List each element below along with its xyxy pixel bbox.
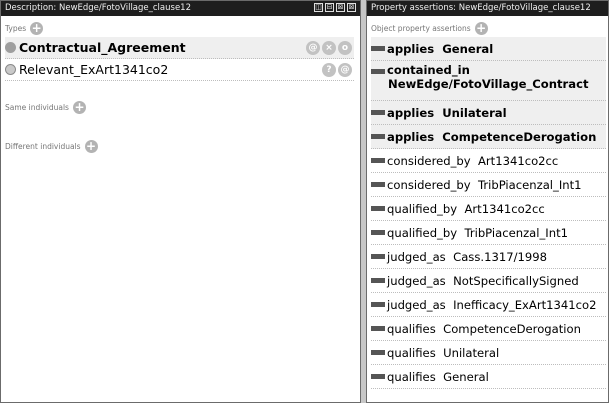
close-icon[interactable]: ⊠	[347, 3, 356, 12]
property-assertions-title: Property assertions: NewEdge/FotoVillage…	[371, 3, 591, 13]
object-property-icon	[371, 230, 385, 235]
property-assertion-row[interactable]: qualifies Unilateral	[371, 341, 606, 365]
property-value: Unilateral	[443, 345, 500, 360]
property-name: qualified_by	[387, 225, 458, 240]
add-different-individual-button[interactable]: +	[84, 140, 98, 153]
property-assertion-row[interactable]: judged_as Inefficacy_ExArt1341co2	[371, 293, 606, 317]
property-assertions-pane: Property assertions: NewEdge/FotoVillage…	[366, 0, 609, 403]
description-pane: Description: NewEdge/FotoVillage_clause1…	[0, 0, 361, 403]
object-property-icon	[371, 110, 385, 115]
property-value: Cass.1317/1998	[453, 249, 547, 264]
property-name: considered_by	[387, 153, 471, 168]
property-name: judged_as	[387, 297, 446, 312]
description-title: Description: NewEdge/FotoVillage_clause1…	[5, 3, 191, 13]
view-options-icon[interactable]: ◫	[314, 3, 323, 12]
property-assertion-row[interactable]: qualified_by TribPiacenzal_Int1	[371, 221, 606, 245]
type-label: Relevant_ExArt1341co2	[19, 62, 169, 77]
object-property-assertions-header: Object property assertions +	[371, 20, 606, 37]
type-row-actions: ? @	[322, 63, 352, 77]
property-name: applies	[387, 41, 435, 56]
property-value: Inefficacy_ExArt1341co2	[453, 297, 597, 312]
object-property-icon	[371, 350, 385, 355]
property-assertion-row[interactable]: judged_as Cass.1317/1998	[371, 245, 606, 269]
property-assertion-row[interactable]: qualifies General	[371, 365, 606, 389]
object-property-icon	[371, 158, 385, 163]
property-name: qualifies	[387, 369, 436, 384]
object-property-icon	[371, 206, 385, 211]
annotate-icon[interactable]: @	[338, 63, 352, 77]
property-assertion-row[interactable]: qualifies CompetenceDerogation	[371, 317, 606, 341]
types-section-header: Types +	[5, 20, 358, 37]
type-row-actions: @ × o	[306, 41, 352, 55]
property-assertion-row[interactable]: qualified_by Art1341co2cc	[371, 197, 606, 221]
property-assertion-row[interactable]: considered_by TribPiacenzal_Int1	[371, 173, 606, 197]
property-name: judged_as	[387, 273, 446, 288]
property-assertion-row[interactable]: applies Unilateral	[371, 101, 606, 125]
protege-window: Description: NewEdge/FotoVillage_clause1…	[0, 0, 609, 403]
types-header-label: Types	[5, 24, 27, 33]
property-value: TribPiacenzal_Int1	[477, 177, 582, 192]
object-property-assertions-label: Object property assertions	[371, 24, 471, 33]
property-name: applies	[387, 105, 435, 120]
minimize-icon[interactable]: ⊟	[325, 3, 334, 12]
property-value: CompetenceDerogation	[443, 321, 581, 336]
property-value: General	[442, 41, 494, 56]
property-assertion-row[interactable]: judged_as NotSpecificallySigned	[371, 269, 606, 293]
object-property-icon	[371, 69, 385, 74]
different-individuals-label: Different individuals	[5, 142, 81, 151]
property-assertions-titlebar: Property assertions: NewEdge/FotoVillage…	[367, 1, 608, 16]
property-name: qualifies	[387, 321, 436, 336]
property-name: contained_in	[387, 63, 470, 77]
object-property-icon	[371, 374, 385, 379]
property-assertion-row[interactable]: considered_by Art1341co2cc	[371, 149, 606, 173]
property-value: General	[443, 369, 489, 384]
property-assertion-row[interactable]: applies General	[371, 37, 606, 61]
property-value: TribPiacenzal_Int1	[464, 225, 568, 240]
description-window-controls: ◫ ⊟ ⊠ ⊠	[314, 3, 356, 12]
property-value: Art1341co2cc	[464, 201, 545, 216]
property-name: qualified_by	[387, 201, 458, 216]
class-icon	[5, 42, 16, 53]
edit-icon[interactable]: o	[338, 41, 352, 55]
different-individuals-header: Different individuals +	[5, 138, 358, 155]
object-property-icon	[371, 134, 385, 139]
add-type-button[interactable]: +	[30, 22, 44, 35]
property-value: NewEdge/FotoVillage_Contract	[388, 77, 589, 91]
add-object-property-button[interactable]: +	[474, 22, 488, 35]
description-titlebar: Description: NewEdge/FotoVillage_clause1…	[1, 1, 360, 16]
class-icon	[5, 64, 16, 75]
description-content: Types + Contractual_Agreement @ × o Rele…	[1, 20, 360, 155]
property-assertion-row[interactable]: applies CompetenceDerogation	[371, 125, 606, 149]
add-same-individual-button[interactable]: +	[72, 101, 86, 114]
property-name: judged_as	[387, 249, 446, 264]
same-individuals-header: Same individuals +	[5, 99, 358, 116]
annotate-icon[interactable]: @	[306, 41, 320, 55]
property-value: CompetenceDerogation	[442, 129, 597, 144]
object-property-icon	[371, 326, 385, 331]
object-property-icon	[371, 278, 385, 283]
property-value: Art1341co2cc	[477, 153, 559, 168]
property-name: applies	[387, 129, 435, 144]
property-value: NotSpecificallySigned	[453, 273, 579, 288]
object-property-icon	[371, 46, 385, 51]
property-assertion-row[interactable]: contained_in NewEdge/FotoVillage_Contract	[371, 61, 606, 101]
type-label: Contractual_Agreement	[19, 40, 186, 55]
type-item[interactable]: Relevant_ExArt1341co2 ? @	[5, 59, 354, 81]
object-property-icon	[371, 182, 385, 187]
delete-icon[interactable]: ×	[322, 41, 336, 55]
explain-icon[interactable]: ?	[322, 63, 336, 77]
property-value: Unilateral	[442, 105, 507, 120]
object-property-icon	[371, 254, 385, 259]
property-name: considered_by	[387, 177, 471, 192]
property-assertions-content: Object property assertions + applies Gen…	[367, 20, 608, 389]
property-name: qualifies	[387, 345, 436, 360]
maximize-icon[interactable]: ⊠	[336, 3, 345, 12]
same-individuals-label: Same individuals	[5, 103, 69, 112]
object-property-icon	[371, 302, 385, 307]
type-item[interactable]: Contractual_Agreement @ × o	[5, 37, 354, 59]
